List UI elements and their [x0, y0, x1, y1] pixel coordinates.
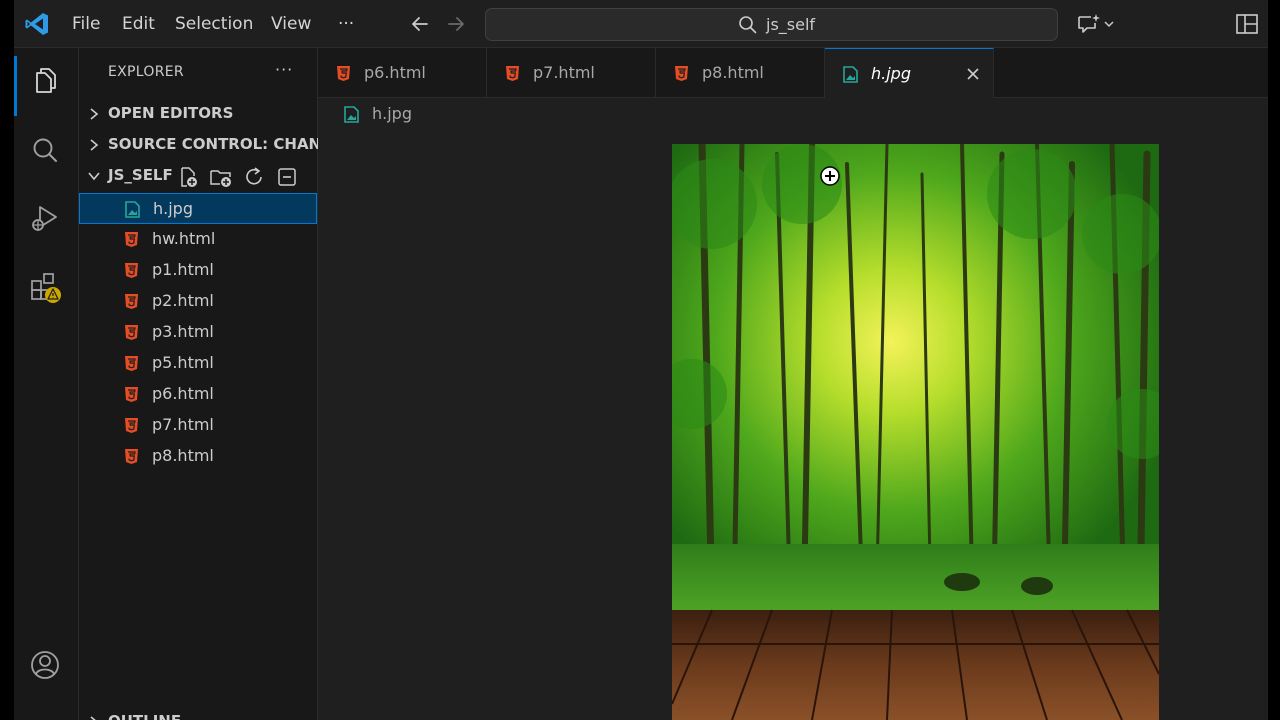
file-name: p8.html [152, 446, 214, 465]
html-file-icon [675, 66, 688, 81]
collapse-all-icon[interactable] [275, 165, 299, 189]
sidebar-more-actions[interactable]: ··· [275, 60, 297, 80]
tab-label: p6.html [364, 63, 426, 82]
screen-border-left [0, 0, 14, 720]
image-file-icon [344, 106, 359, 123]
file-item-h-jpg[interactable]: h.jpg [79, 193, 317, 224]
html-file-icon [125, 449, 138, 464]
section-label: SOURCE CONTROL: CHAN... [108, 135, 339, 153]
file-item-p3-html[interactable]: p3.html [79, 317, 317, 348]
tab-p8-html[interactable]: p8.html [656, 48, 825, 97]
chevron-right-icon [90, 108, 99, 120]
sidebar-title: EXPLORER [108, 64, 184, 80]
editor-tab-bar: p6.html p7.html p8.html h.jpg [318, 48, 1268, 98]
html-file-icon [125, 387, 138, 402]
title-bar: File Edit Selection View ··· js_self [14, 0, 1268, 48]
html-file-icon [125, 294, 138, 309]
search-view-icon[interactable] [28, 133, 62, 167]
file-item-p6-html[interactable]: p6.html [79, 379, 317, 410]
file-name: p1.html [152, 260, 214, 279]
html-file-icon [125, 263, 138, 278]
command-center-search[interactable]: js_self [485, 8, 1058, 41]
file-name: p5.html [152, 353, 214, 372]
close-icon[interactable] [965, 66, 981, 82]
new-file-icon[interactable] [176, 165, 200, 189]
html-file-icon [506, 66, 519, 81]
menu-view[interactable]: View [271, 0, 311, 48]
file-item-p8-html[interactable]: p8.html [79, 441, 317, 472]
new-folder-icon[interactable] [209, 165, 233, 189]
menu-edit[interactable]: Edit [122, 0, 155, 48]
section-label: OUTLINE [108, 712, 181, 720]
file-item-p1-html[interactable]: p1.html [79, 255, 317, 286]
back-arrow-icon[interactable] [408, 12, 432, 36]
chevron-right-icon [90, 716, 96, 720]
html-file-icon [125, 232, 138, 247]
chevron-right-icon [90, 139, 99, 151]
breadcrumb[interactable]: h.jpg [372, 104, 412, 123]
image-file-icon [125, 201, 140, 218]
explorer-files-icon[interactable] [28, 65, 62, 99]
file-item-p7-html[interactable]: p7.html [79, 410, 317, 441]
file-item-p2-html[interactable]: p2.html [79, 286, 317, 317]
active-view-indicator [14, 56, 17, 116]
forward-arrow-icon[interactable] [444, 12, 468, 36]
tab-p6-html[interactable]: p6.html [318, 48, 487, 97]
section-open-editors[interactable]: OPEN EDITORS [79, 100, 318, 128]
section-source-control[interactable]: SOURCE CONTROL: CHAN... [79, 131, 338, 159]
tab-label: p8.html [702, 63, 764, 82]
explorer-sidebar: EXPLORER ··· OPEN EDITORS SOURCE CONTROL… [79, 48, 338, 720]
vscode-logo-icon [25, 13, 48, 35]
menu-selection[interactable]: Selection [175, 0, 253, 48]
file-name: p7.html [152, 415, 214, 434]
chevron-down-icon [88, 172, 100, 181]
file-item-hw-html[interactable]: hw.html [79, 224, 317, 255]
file-name: p3.html [152, 322, 214, 341]
file-name: p2.html [152, 291, 214, 310]
activity-bar [14, 48, 79, 720]
file-name: hw.html [152, 229, 216, 248]
folder-label: JS_SELF [108, 166, 173, 184]
search-text: js_self [766, 15, 816, 34]
menu-more[interactable]: ··· [338, 0, 354, 48]
tab-h-jpg[interactable]: h.jpg [825, 48, 994, 98]
image-file-icon [843, 66, 858, 83]
copilot-chat-icon[interactable] [1075, 12, 1121, 36]
tab-label: h.jpg [871, 64, 911, 83]
zoom-in-cursor-icon [820, 166, 840, 186]
run-and-debug-icon[interactable] [28, 201, 62, 235]
html-file-icon [125, 418, 138, 433]
section-outline[interactable]: OUTLINE [79, 708, 318, 720]
section-label: OPEN EDITORS [108, 104, 234, 122]
search-icon [739, 16, 757, 34]
section-folder-js-self[interactable]: JS_SELF [79, 162, 318, 190]
tab-label: p7.html [533, 63, 595, 82]
html-file-icon [125, 356, 138, 371]
tab-p7-html[interactable]: p7.html [487, 48, 656, 97]
screen-border-right [1268, 0, 1280, 720]
extensions-icon[interactable] [28, 269, 62, 303]
forest-image-preview[interactable] [672, 144, 1159, 720]
html-file-icon [125, 325, 138, 340]
image-editor: h.jpg [318, 98, 1268, 720]
account-icon[interactable] [28, 648, 62, 682]
layout-toggle-icon[interactable] [1235, 13, 1259, 35]
file-name: h.jpg [153, 199, 193, 218]
file-name: p6.html [152, 384, 214, 403]
file-item-p5-html[interactable]: p5.html [79, 348, 317, 379]
html-file-icon [337, 66, 350, 81]
refresh-icon[interactable] [242, 165, 266, 189]
menu-file[interactable]: File [72, 0, 100, 48]
